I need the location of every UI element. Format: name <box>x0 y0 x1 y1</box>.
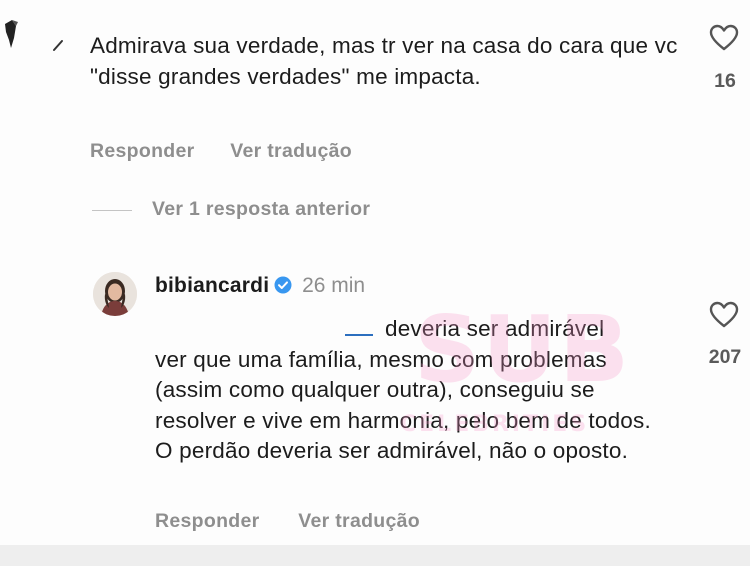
pen-mark-icon <box>52 38 64 52</box>
reply-text-body: ver que uma família, mesmo com problemas… <box>155 346 651 464</box>
reply-button[interactable]: Responder <box>90 140 195 162</box>
comments-screenshot: Admirava sua verdade, mas tr ver na casa… <box>0 0 750 566</box>
replies-divider <box>92 210 132 211</box>
see-translation-button[interactable]: Ver tradução <box>298 510 420 532</box>
like-count: 16 <box>714 70 736 92</box>
comment-text: Admirava sua verdade, mas tr ver na casa… <box>90 33 678 89</box>
reply-header: bibiancardi 26 min <box>155 274 365 298</box>
avatar[interactable] <box>93 272 137 316</box>
heart-outline-icon[interactable] <box>709 301 739 329</box>
view-replies-button[interactable]: Ver 1 resposta anterior <box>152 198 370 221</box>
see-translation-button[interactable]: Ver tradução <box>230 140 352 162</box>
bottom-bar <box>0 545 750 566</box>
like-count: 207 <box>708 346 742 368</box>
reply-actions: Responder Ver tradução <box>155 510 420 533</box>
reply-text: deveria ser admirável ver que uma famíli… <box>155 314 675 467</box>
reply-button[interactable]: Responder <box>155 510 260 532</box>
commenter-avatar[interactable] <box>2 18 24 52</box>
timestamp: 26 min <box>302 274 366 297</box>
heart-outline-icon[interactable] <box>709 24 739 52</box>
reply-text-first-line: deveria ser admirável <box>385 316 605 341</box>
verified-badge-icon <box>274 276 292 294</box>
mention-link[interactable] <box>345 322 373 336</box>
username[interactable]: bibiancardi <box>155 274 269 297</box>
comment-actions: Responder Ver tradução <box>90 140 352 163</box>
